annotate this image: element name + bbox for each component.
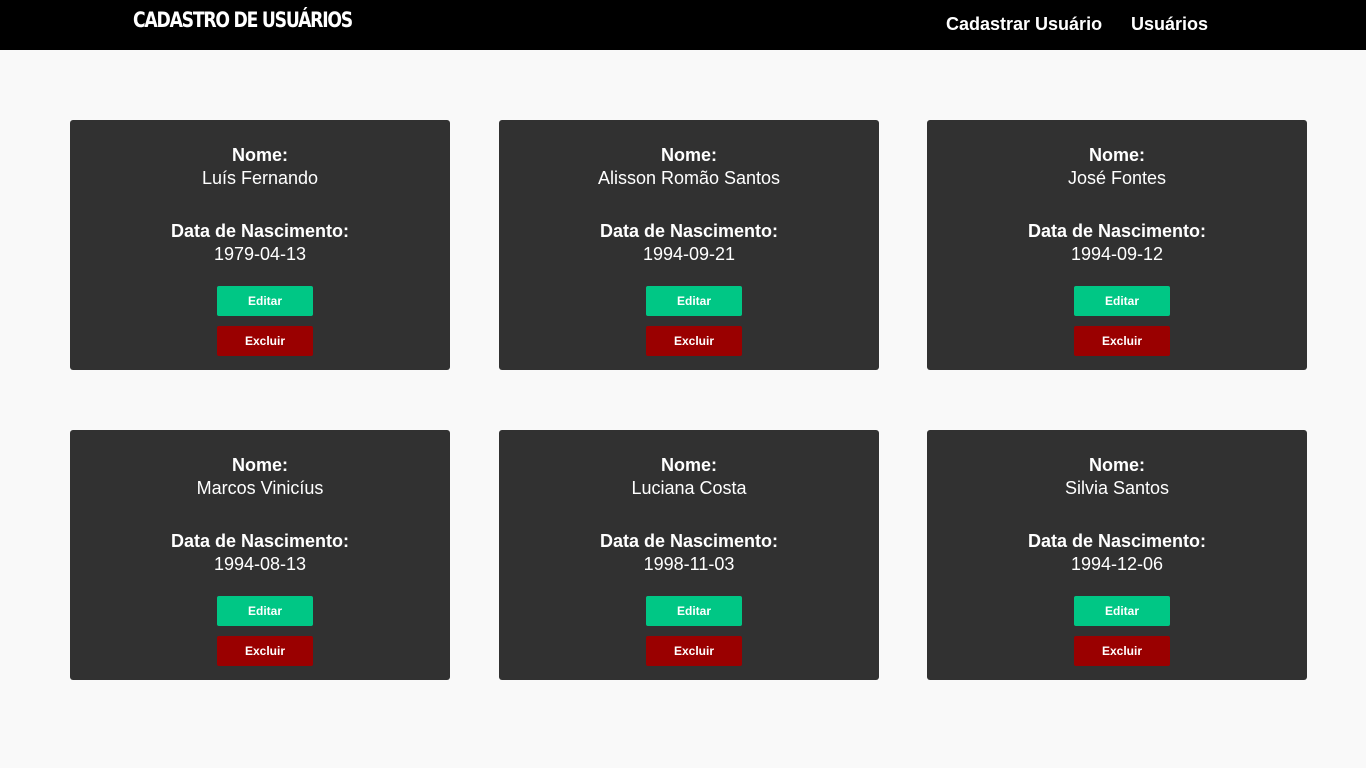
name-label: Nome: — [660, 455, 717, 475]
edit-button[interactable]: Editar — [1074, 286, 1170, 316]
nav-link-cadastrar-usuario[interactable]: Cadastrar Usuário — [946, 14, 1102, 35]
user-name: José Fontes — [1067, 168, 1167, 188]
user-birth-date: 1994-12-06 — [1070, 554, 1164, 574]
delete-button[interactable]: Excluir — [1074, 636, 1170, 666]
edit-button[interactable]: Editar — [217, 286, 313, 316]
nav-link-usuarios[interactable]: Usuários — [1131, 14, 1208, 35]
delete-button[interactable]: Excluir — [646, 636, 742, 666]
brand-logo[interactable]: CADASTRO DE USUÁRIOS — [133, 8, 353, 32]
delete-button[interactable]: Excluir — [217, 326, 313, 356]
birth-date-label: Data de Nascimento: — [1027, 221, 1207, 241]
name-label: Nome: — [660, 145, 717, 165]
delete-button[interactable]: Excluir — [1074, 326, 1170, 356]
user-card: Nome: Luciana Costa Data de Nascimento: … — [499, 430, 879, 680]
user-name: Marcos Vinicíus — [196, 478, 324, 498]
user-name: Luís Fernando — [201, 168, 319, 188]
edit-button[interactable]: Editar — [646, 286, 742, 316]
name-label: Nome: — [231, 145, 288, 165]
birth-date-label: Data de Nascimento: — [599, 531, 779, 551]
user-card: Nome: Marcos Vinicíus Data de Nascimento… — [70, 430, 450, 680]
birth-date-label: Data de Nascimento: — [1027, 531, 1207, 551]
user-birth-date: 1994-08-13 — [213, 554, 307, 574]
edit-button[interactable]: Editar — [217, 596, 313, 626]
navbar: CADASTRO DE USUÁRIOS Cadastrar Usuário U… — [0, 0, 1366, 50]
user-birth-date: 1994-09-12 — [1070, 244, 1164, 264]
birth-date-label: Data de Nascimento: — [599, 221, 779, 241]
user-name: Alisson Romão Santos — [597, 168, 781, 188]
birth-date-label: Data de Nascimento: — [170, 531, 350, 551]
user-card: Nome: Luís Fernando Data de Nascimento: … — [70, 120, 450, 370]
user-card: Nome: José Fontes Data de Nascimento: 19… — [927, 120, 1307, 370]
user-card: Nome: Alisson Romão Santos Data de Nasci… — [499, 120, 879, 370]
user-card: Nome: Silvia Santos Data de Nascimento: … — [927, 430, 1307, 680]
delete-button[interactable]: Excluir — [217, 636, 313, 666]
edit-button[interactable]: Editar — [1074, 596, 1170, 626]
name-label: Nome: — [231, 455, 288, 475]
name-label: Nome: — [1088, 455, 1145, 475]
birth-date-label: Data de Nascimento: — [170, 221, 350, 241]
user-birth-date: 1998-11-03 — [643, 554, 735, 574]
user-name: Luciana Costa — [631, 478, 747, 498]
name-label: Nome: — [1088, 145, 1145, 165]
user-name: Silvia Santos — [1064, 478, 1170, 498]
user-birth-date: 1994-09-21 — [642, 244, 736, 264]
delete-button[interactable]: Excluir — [646, 326, 742, 356]
user-birth-date: 1979-04-13 — [213, 244, 307, 264]
edit-button[interactable]: Editar — [646, 596, 742, 626]
